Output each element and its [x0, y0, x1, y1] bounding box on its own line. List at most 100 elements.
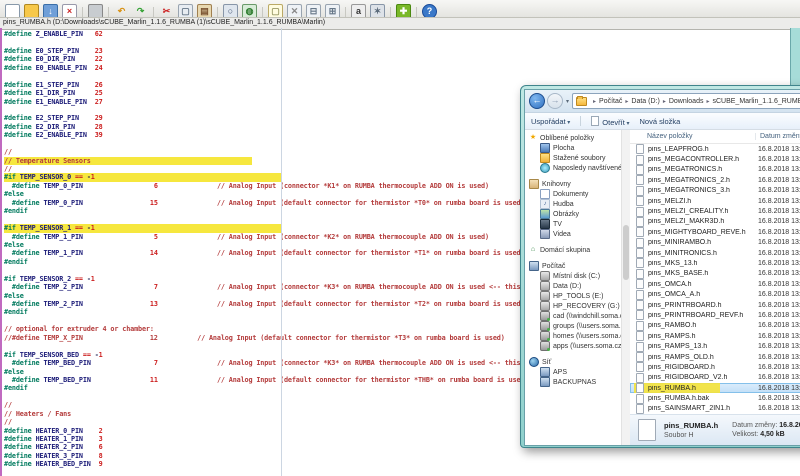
sidebar-item[interactable]: Místní disk (C:) — [525, 271, 621, 281]
help-icon[interactable]: ? — [422, 4, 437, 18]
save-file-icon[interactable]: ↓ — [43, 4, 58, 18]
forward-button[interactable]: → — [547, 93, 563, 109]
navigation-pane[interactable]: Oblíbené položkyPlochaStažené soubory Nap… — [525, 130, 621, 445]
toolbar-separator — [217, 7, 218, 18]
find-icon[interactable]: ○ — [223, 4, 238, 18]
breadcrumb-segment[interactable]: sCUBE_Marlin_1.1.6_RUMBA (1) — [712, 98, 800, 105]
sidebar-item[interactable]: groups (\\users.soma.cz) — [525, 321, 621, 331]
sidebar-item[interactable]: cad (\\windchill.soma.cz) — [525, 311, 621, 321]
split-horizontal-icon[interactable]: ⊟ — [306, 4, 321, 18]
file-row[interactable]: pins_OMCA.h16.8.2018 13:57 — [630, 279, 800, 289]
file-row[interactable]: pins_LEAPFROG.h16.8.2018 13:57 — [630, 144, 800, 154]
sidebar-item[interactable]: Domácí skupina — [525, 245, 621, 255]
editor-tab[interactable]: pins_RUMBA.h (D:\Downloads\sCUBE_Marlin_… — [0, 18, 800, 30]
file-name: pins_MKS_13.h — [648, 260, 758, 267]
file-row[interactable]: pins_MKS_BASE.h16.8.2018 13:57 — [630, 269, 800, 279]
file-name: pins_RUMBA.h — [648, 385, 758, 392]
history-dropdown-icon[interactable]: ▾ — [566, 98, 569, 105]
sidebar-item-label: apps (\\users.soma.cz) (Z — [553, 343, 621, 350]
breadcrumb-arrow-icon[interactable]: ▸ — [706, 98, 709, 105]
sidebar-item[interactable]: HP_TOOLS (E:) — [525, 291, 621, 301]
fullscreen-icon[interactable]: ✕ — [287, 4, 302, 18]
settings-icon[interactable]: ✶ — [370, 4, 385, 18]
redo-icon[interactable]: ↷ — [133, 4, 148, 18]
sidebar-item[interactable]: homes (\\users.soma.cz) — [525, 331, 621, 341]
file-row[interactable]: pins_RIGIDBOARD_V2.h16.8.2018 13:57 — [630, 373, 800, 383]
column-header-name[interactable]: Název položky — [630, 133, 756, 140]
sidebar-item[interactable]: APS — [525, 367, 621, 377]
organize-button[interactable]: Uspořádat — [531, 117, 570, 126]
home-icon — [529, 246, 537, 254]
address-bar[interactable]: ▸ Počítač▸Data (D:)▸Downloads▸sCUBE_Marl… — [572, 93, 800, 109]
file-row[interactable]: pins_RIGIDBOARD.h16.8.2018 13:57 — [630, 362, 800, 372]
column-header-date[interactable]: Datum změny — [756, 133, 800, 140]
file-row[interactable]: pins_MEGATRONICS_2.h16.8.2018 13:57 — [630, 175, 800, 185]
file-row[interactable]: pins_MIGHTYBOARD_REVE.h16.8.2018 13:57 — [630, 227, 800, 237]
file-row[interactable]: pins_PRINTRBOARD_REVF.h16.8.2018 13:57 — [630, 310, 800, 320]
back-button[interactable]: ← — [529, 93, 545, 109]
sidebar-item[interactable]: Knihovny — [525, 179, 621, 189]
new-folder-button[interactable]: Nová složka — [640, 117, 681, 126]
open-button[interactable]: Otevřít — [591, 116, 629, 127]
sidebar-item[interactable]: TV — [525, 219, 621, 229]
breadcrumb-arrow-icon[interactable]: ▸ — [625, 98, 628, 105]
file-row[interactable]: pins_MEGATRONICS.h16.8.2018 13:57 — [630, 165, 800, 175]
paste-icon[interactable]: ▤ — [197, 4, 212, 18]
sidebar-item[interactable]: Hudba — [525, 199, 621, 209]
sidebar-item-label: Naposledy navštívené — [553, 165, 621, 172]
copy-icon[interactable]: ▢ — [178, 4, 193, 18]
file-row[interactable]: pins_MEGACONTROLLER.h16.8.2018 13:57 — [630, 154, 800, 164]
file-row[interactable]: pins_RUMBA.h.bak16.8.2018 13:57 — [630, 393, 800, 403]
open-file-icon[interactable] — [24, 4, 39, 18]
sidebar-item[interactable]: Plocha — [525, 143, 621, 153]
sidebar-item[interactable]: Naposledy navštívené — [525, 163, 621, 173]
sidebar-item[interactable]: Počítač — [525, 261, 621, 271]
file-row[interactable]: pins_OMCA_A.h16.8.2018 13:57 — [630, 289, 800, 299]
sidebar-scrollbar[interactable] — [621, 130, 630, 445]
sidebar-item[interactable]: Videa — [525, 229, 621, 239]
close-file-icon[interactable]: × — [62, 4, 77, 18]
update-icon[interactable]: ✚ — [396, 4, 411, 18]
sidebar-item[interactable]: Obrázky — [525, 209, 621, 219]
sidebar-item[interactable]: apps (\\users.soma.cz) (Z — [525, 341, 621, 351]
file-date: 16.8.2018 13:57 — [758, 374, 800, 381]
file-row[interactable]: pins_RAMPS.h16.8.2018 13:57 — [630, 331, 800, 341]
breadcrumb-segment[interactable]: Data (D:) — [631, 98, 659, 105]
file-row[interactable]: pins_MINIRAMBO.h16.8.2018 13:57 — [630, 238, 800, 248]
find-web-icon[interactable]: ◍ — [242, 4, 257, 18]
file-row[interactable]: pins_RUMBA.h16.8.2018 13:57 — [630, 383, 800, 393]
breadcrumb-segment[interactable]: Počítač — [599, 98, 622, 105]
format-icon[interactable]: a — [351, 4, 366, 18]
sidebar-item[interactable]: BACKUPNAS — [525, 377, 621, 387]
file-row[interactable]: pins_MELZI_CREALITY.h16.8.2018 13:57 — [630, 206, 800, 216]
file-row[interactable]: pins_MINITRONICS.h16.8.2018 13:57 — [630, 248, 800, 258]
breadcrumb-segment[interactable]: Downloads — [669, 98, 704, 105]
sidebar-item[interactable]: Oblíbené položky — [525, 133, 621, 143]
file-row[interactable]: pins_SAINSMART_2IN1.h16.8.2018 13:57 — [630, 404, 800, 414]
file-row[interactable]: pins_MELZI.h16.8.2018 13:57 — [630, 196, 800, 206]
sidebar-scrollbar-thumb[interactable] — [623, 225, 629, 280]
file-row[interactable]: pins_RAMPS_OLD.h16.8.2018 13:57 — [630, 352, 800, 362]
pics-icon — [540, 209, 550, 219]
cut-icon[interactable]: ✂ — [159, 4, 174, 18]
sidebar-item[interactable]: Dokumenty — [525, 189, 621, 199]
sidebar-item[interactable]: Síť — [525, 357, 621, 367]
split-vertical-icon[interactable]: ⊞ — [325, 4, 340, 18]
file-row[interactable]: pins_RAMBO.h16.8.2018 13:57 — [630, 321, 800, 331]
toolbar-separator — [153, 7, 154, 18]
file-list[interactable]: pins_LEAPFROG.h16.8.2018 13:57pins_MEGAC… — [630, 144, 800, 414]
sidebar-item[interactable]: Data (D:) — [525, 281, 621, 291]
undo-icon[interactable]: ↶ — [114, 4, 129, 18]
new-file-icon[interactable] — [5, 4, 20, 18]
sidebar-item[interactable]: HP_RECOVERY (G:) — [525, 301, 621, 311]
sidebar-item[interactable]: Stažené soubory — [525, 153, 621, 163]
file-row[interactable]: pins_MKS_13.h16.8.2018 13:57 — [630, 258, 800, 268]
print-icon[interactable] — [88, 4, 103, 18]
new-template-icon[interactable]: ▢ — [268, 4, 283, 18]
file-row[interactable]: pins_RAMPS_13.h16.8.2018 13:57 — [630, 341, 800, 351]
file-row[interactable]: pins_MELZI_MAKR3D.h16.8.2018 13:57 — [630, 217, 800, 227]
breadcrumb-arrow-icon[interactable]: ▸ — [663, 98, 666, 105]
file-row[interactable]: pins_PRINTRBOARD.h16.8.2018 13:57 — [630, 300, 800, 310]
file-row[interactable]: pins_MEGATRONICS_3.h16.8.2018 13:57 — [630, 186, 800, 196]
file-date: 16.8.2018 13:57 — [758, 218, 800, 225]
